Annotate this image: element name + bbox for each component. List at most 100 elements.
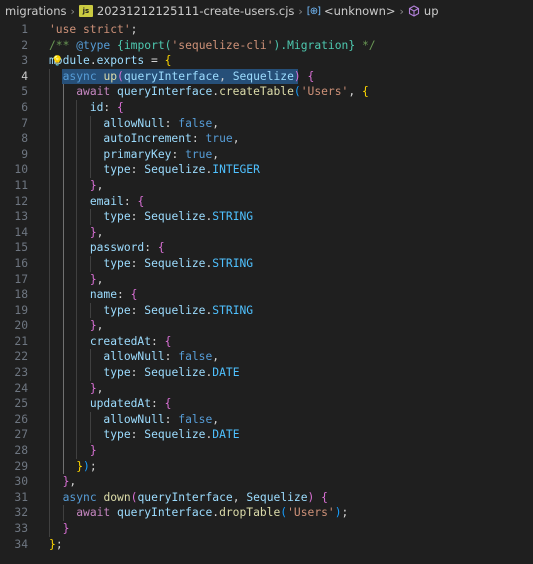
code-line[interactable]: 30 }, — [0, 474, 533, 490]
line-number: 1 — [21, 23, 28, 36]
code-text: createdAt: { — [89, 334, 172, 348]
code-text: /** @type {import('sequelize-cli').Migra… — [49, 38, 376, 52]
code-text: updatedAt: { — [89, 397, 172, 411]
line-number: 16 — [14, 256, 28, 270]
breadcrumb-method-label: up — [423, 4, 439, 18]
code-text: await queryInterface.createTable('Users'… — [76, 85, 369, 99]
line-number: 24 — [14, 381, 28, 395]
line-number: 11 — [14, 178, 28, 192]
code-line[interactable]: 15 password: { — [0, 240, 533, 256]
code-line[interactable]: 27 type: Sequelize.DATE — [0, 427, 533, 444]
code-text: type: Sequelize.DATE — [103, 366, 240, 380]
symbol-method-icon — [408, 5, 420, 17]
code-text: }, — [62, 475, 77, 489]
line-number: 30 — [14, 475, 28, 489]
line-number: 18 — [14, 288, 28, 302]
line-number: 17 — [14, 272, 28, 286]
code-line[interactable]: 19 type: Sequelize.STRING — [0, 302, 533, 319]
breadcrumb-folder-label: migrations — [5, 4, 67, 18]
js-file-icon: js — [78, 5, 93, 17]
code-text: allowNull: false, — [103, 350, 220, 364]
code-line[interactable]: 12 email: { — [0, 193, 533, 210]
code-text: type: Sequelize.STRING — [103, 210, 254, 224]
code-line[interactable]: 32 await queryInterface.dropTable('Users… — [0, 505, 533, 521]
code-text: primaryKey: true, — [103, 147, 220, 161]
breadcrumb: migrations › js 20231212125111-create-us… — [0, 0, 533, 22]
code-text: } — [89, 444, 97, 458]
code-text: }, — [89, 272, 104, 286]
code-text: }); — [76, 459, 97, 473]
line-number: 33 — [14, 522, 28, 535]
chevron-right-icon: › — [70, 4, 75, 18]
line-number: 25 — [14, 397, 28, 411]
line-number: 23 — [14, 366, 28, 380]
line-number: 27 — [14, 428, 28, 442]
code-line[interactable]: 24 }, — [0, 380, 533, 397]
code-text: name: { — [89, 288, 138, 302]
breadcrumb-file[interactable]: js 20231212125111-create-users.cjs — [78, 4, 295, 18]
code-line[interactable]: 4 async up(queryInterface, Sequelize) { — [0, 68, 533, 85]
code-text: }, — [89, 178, 104, 192]
line-number: 29 — [14, 459, 28, 473]
code-text: }, — [89, 319, 104, 333]
code-line[interactable]: 10 type: Sequelize.INTEGER — [0, 162, 533, 178]
code-line[interactable]: 8 autoIncrement: true, — [0, 131, 533, 147]
code-line[interactable]: 5 await queryInterface.createTable('User… — [0, 84, 533, 100]
code-line[interactable]: 16 type: Sequelize.STRING — [0, 255, 533, 272]
code-line[interactable]: 20 }, — [0, 318, 533, 334]
code-text: type: Sequelize.STRING — [103, 256, 254, 270]
code-line[interactable]: 1 'use strict'; — [0, 22, 533, 38]
code-line[interactable]: 21 createdAt: { — [0, 333, 533, 350]
line-number: 32 — [14, 506, 28, 520]
code-line[interactable]: 22 allowNull: false, — [0, 349, 533, 366]
code-line[interactable]: 2 /** @type {import('sequelize-cli').Migr… — [0, 38, 533, 54]
code-text: }, — [89, 225, 104, 239]
code-line[interactable]: 3 module.exports = {💡 — [0, 53, 533, 69]
code-editor[interactable]: 1 'use strict'; 2 /** @type {import('sequel… — [0, 22, 533, 552]
breadcrumb-folder[interactable]: migrations — [4, 4, 68, 18]
code-line[interactable]: 9 primaryKey: true, — [0, 146, 533, 163]
code-line[interactable]: 7 allowNull: false, — [0, 115, 533, 132]
chevron-right-icon: › — [399, 4, 404, 18]
symbol-variable-icon: [⊕] — [306, 5, 321, 17]
code-line[interactable]: 28 } — [0, 443, 533, 459]
code-text: email: { — [89, 194, 145, 208]
line-number: 10 — [14, 163, 28, 177]
code-line[interactable]: 11 }, — [0, 177, 533, 194]
code-line[interactable]: 25 updatedAt: { — [0, 396, 533, 412]
line-number: 28 — [14, 444, 28, 458]
code-line[interactable]: 13 type: Sequelize.STRING — [0, 209, 533, 225]
code-line[interactable]: 23 type: Sequelize.DATE — [0, 365, 533, 381]
code-text: id: { — [89, 100, 124, 114]
line-number: 26 — [14, 412, 28, 426]
line-number: 14 — [14, 225, 28, 239]
line-number: 4 — [21, 69, 28, 83]
breadcrumb-method[interactable]: up — [407, 4, 440, 18]
line-number: 6 — [21, 100, 28, 114]
line-number: 7 — [21, 116, 28, 130]
code-text: await queryInterface.dropTable('Users'); — [76, 506, 349, 520]
code-text: password: { — [89, 241, 165, 255]
breadcrumb-symbol-label: <unknown> — [323, 4, 396, 18]
code-text: async down(queryInterface, Sequelize) { — [62, 490, 328, 504]
code-text: } — [62, 522, 70, 535]
code-line[interactable]: 29 }); — [0, 458, 533, 475]
code-text: }, — [89, 381, 104, 395]
code-text: autoIncrement: true, — [103, 132, 240, 146]
code-text: 'use strict'; — [49, 23, 138, 36]
code-line[interactable]: 14 }, — [0, 224, 533, 241]
breadcrumb-symbol[interactable]: [⊕] <unknown> — [306, 4, 397, 18]
code-line[interactable]: 34}; — [0, 537, 533, 553]
code-line[interactable]: 26 allowNull: false, — [0, 411, 533, 428]
line-number: 31 — [14, 490, 28, 504]
code-line[interactable]: 17 }, — [0, 271, 533, 288]
line-number: 15 — [14, 241, 28, 255]
code-text: type: Sequelize.DATE — [103, 428, 240, 442]
code-line[interactable]: 18 name: { — [0, 287, 533, 303]
code-text: allowNull: false, — [103, 412, 220, 426]
code-line[interactable]: 31 async down(queryInterface, Sequelize)… — [0, 489, 533, 506]
code-text: }; — [49, 537, 63, 551]
code-line[interactable]: 6 id: { — [0, 99, 533, 116]
lightbulb-icon[interactable]: 💡 — [51, 54, 63, 70]
code-line[interactable]: 33 } — [0, 521, 533, 537]
